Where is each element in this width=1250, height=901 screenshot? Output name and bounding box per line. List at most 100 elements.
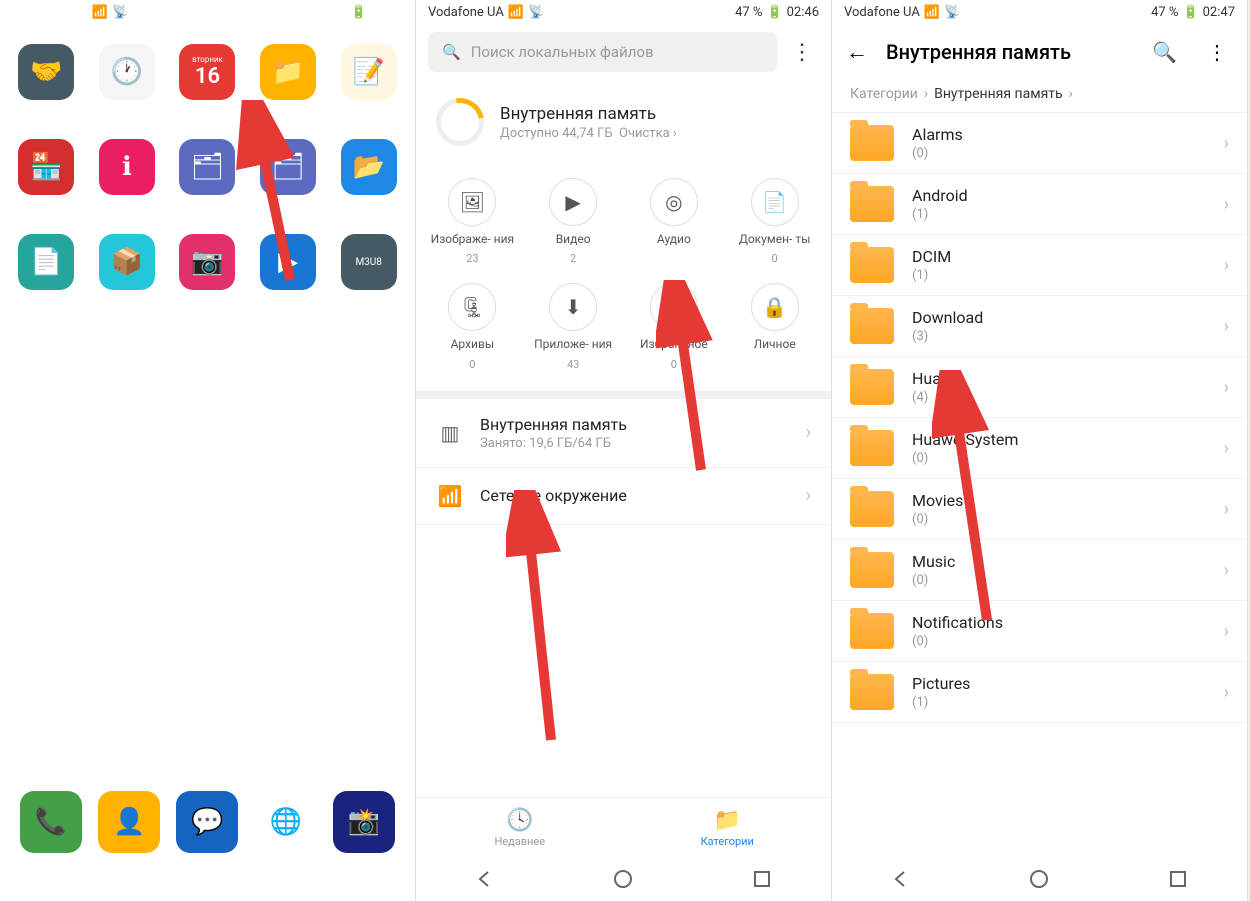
- row-subtitle: Занято: 19,6 ГБ/64 ГБ: [480, 436, 627, 451]
- folder-icon: [850, 308, 894, 344]
- app-icon[interactable]: 🤝 HiCare: [8, 44, 85, 117]
- dock-app[interactable]: 💬: [176, 791, 238, 853]
- category-icon: 📄: [751, 178, 799, 226]
- dock-app[interactable]: 🌐: [255, 791, 317, 853]
- breadcrumb[interactable]: Категории › Внутренняя память ›: [832, 80, 1247, 112]
- category-icon: ◎: [650, 178, 698, 226]
- app-icon[interactable]: 🗂 Популярные: [250, 139, 327, 212]
- storage-row[interactable]: ▥ Внутренняя память Занято: 19,6 ГБ/64 Г…: [416, 399, 831, 468]
- category-item[interactable]: 📄 Докумен- ты 0: [726, 178, 823, 265]
- breadcrumb-root[interactable]: Категории: [850, 86, 918, 102]
- tab-categories[interactable]: 📁 Категории: [624, 798, 832, 857]
- category-item[interactable]: ⬇ Приложе- ния 43: [525, 283, 622, 370]
- folder-row[interactable]: Movies (0) ›: [832, 479, 1247, 540]
- storage-subtitle: Доступно 44,74 ГБ Очистка ›: [500, 126, 677, 141]
- folder-count: (1): [912, 268, 1206, 283]
- dock-app[interactable]: 📸: [333, 791, 395, 853]
- app-label: Документы: [16, 294, 76, 307]
- folder-icon: [850, 491, 894, 527]
- battery-icon: 🔋: [766, 5, 782, 20]
- folder-row[interactable]: Huawe (4) ›: [832, 357, 1247, 418]
- dock-app[interactable]: 👤: [98, 791, 160, 853]
- storage-row[interactable]: 📶 Сетевое окружение ›: [416, 468, 831, 525]
- app-icon[interactable]: 📦 HD VideoBox: [89, 234, 166, 307]
- tab-label: Недавнее: [494, 835, 545, 848]
- app-icon[interactable]: 📄 Документы: [8, 234, 85, 307]
- folder-row[interactable]: DCIM (1) ›: [832, 235, 1247, 296]
- recents-button[interactable]: [334, 867, 358, 891]
- folder-row[interactable]: Music (0) ›: [832, 540, 1247, 601]
- category-item[interactable]: ★ Избран- ное 0: [626, 283, 723, 370]
- page-indicator: [0, 745, 415, 751]
- home-button[interactable]: [1027, 867, 1051, 891]
- dock-app[interactable]: 📞: [20, 791, 82, 853]
- folder-name: Huawe: [912, 369, 1206, 388]
- folder-icon: [850, 125, 894, 161]
- back-button[interactable]: [473, 867, 497, 891]
- category-icon: 🔒: [751, 283, 799, 331]
- folder-list-screen: Vodafone UA 📶 📡 47 % 🔋 02:47 ← Внутрення…: [832, 0, 1248, 901]
- app-icon[interactable]: 📝 Заметки: [330, 44, 407, 117]
- app-icon[interactable]: 🏪 AppGallery: [8, 139, 85, 212]
- folder-count: (4): [912, 390, 1206, 405]
- app-icon[interactable]: 🕐 Часы: [89, 44, 166, 117]
- wifi-icon: 📡: [112, 5, 128, 20]
- folder-count: (0): [912, 512, 1206, 527]
- folder-row[interactable]: Android (1) ›: [832, 174, 1247, 235]
- folder-count: (3): [912, 329, 1206, 344]
- storage-summary[interactable]: Внутренняя память Доступно 44,74 ГБ Очис…: [416, 80, 831, 164]
- folder-name: DCIM: [912, 247, 1206, 266]
- back-button[interactable]: [57, 867, 81, 891]
- category-icon: 🖼: [448, 178, 496, 226]
- folder-name: Movies: [912, 491, 1206, 510]
- folder-row[interactable]: Download (3) ›: [832, 296, 1247, 357]
- app-icon[interactable]: 🗂 Инструмен..: [169, 139, 246, 212]
- more-button[interactable]: ⋮: [1201, 40, 1233, 64]
- tab-recent[interactable]: 🕓 Недавнее: [416, 798, 624, 857]
- folder-list: Alarms (0) › Android (1) › DCIM (1) › Do…: [832, 112, 1247, 723]
- app-icon[interactable]: 📁 Файлы: [250, 44, 327, 117]
- back-button[interactable]: ←: [846, 39, 868, 65]
- folder-icon: [850, 674, 894, 710]
- chevron-right-icon: ›: [1224, 682, 1229, 703]
- search-button[interactable]: 🔍: [1146, 40, 1183, 64]
- nav-bar: [832, 857, 1247, 901]
- folder-count: (1): [912, 207, 1206, 222]
- category-item[interactable]: ◎ Аудио: [626, 178, 723, 265]
- recents-button[interactable]: [750, 867, 774, 891]
- folder-row[interactable]: Pictures (1) ›: [832, 662, 1247, 723]
- folder-count: (0): [912, 634, 1206, 649]
- back-button[interactable]: [889, 867, 913, 891]
- chevron-right-icon: ›: [1224, 438, 1229, 459]
- category-count: 0: [469, 358, 475, 371]
- app-icon[interactable]: M3U8 M3U8Loader: [330, 234, 407, 307]
- app-icon[interactable]: вторник16 Календарь: [169, 44, 246, 117]
- recents-button[interactable]: [1166, 867, 1190, 891]
- app-icon[interactable]: 📷 Instagram: [169, 234, 246, 307]
- chevron-right-icon: ›: [1069, 86, 1073, 102]
- home-button[interactable]: [195, 867, 219, 891]
- search-input[interactable]: 🔍 Поиск локальных файлов: [428, 32, 777, 72]
- category-name: Личное: [754, 337, 796, 351]
- category-item[interactable]: ▶ Видео 2: [525, 178, 622, 265]
- files-overview-screen: Vodafone UA 📶 📡 47 % 🔋 02:46 🔍 Поиск лок…: [416, 0, 832, 901]
- app-label: Заметки: [347, 104, 391, 117]
- category-item[interactable]: 🖼 Изображе- ния 23: [424, 178, 521, 265]
- folder-row[interactable]: Alarms (0) ›: [832, 113, 1247, 174]
- folder-row[interactable]: HuaweiSystem (0) ›: [832, 418, 1247, 479]
- category-item[interactable]: 🔒 Личное: [726, 283, 823, 370]
- chevron-right-icon: ›: [1224, 133, 1229, 154]
- app-icon[interactable]: ▶ MX Player: [250, 234, 327, 307]
- chevron-right-icon: ›: [1224, 194, 1229, 215]
- app-label: Часы: [113, 104, 141, 117]
- chevron-right-icon: ›: [924, 86, 928, 102]
- category-item[interactable]: 🗜 Архивы 0: [424, 283, 521, 370]
- app-label: Instagram: [183, 294, 233, 307]
- app-icon[interactable]: ℹ Советы: [89, 139, 166, 212]
- app-icon[interactable]: 📂 Solid Explor..: [330, 139, 407, 212]
- home-button[interactable]: [611, 867, 635, 891]
- folder-row[interactable]: Notifications (0) ›: [832, 601, 1247, 662]
- battery-label: 47 %: [1151, 5, 1178, 20]
- more-button[interactable]: ⋮: [785, 40, 819, 65]
- app-label: Популярные: [256, 199, 321, 212]
